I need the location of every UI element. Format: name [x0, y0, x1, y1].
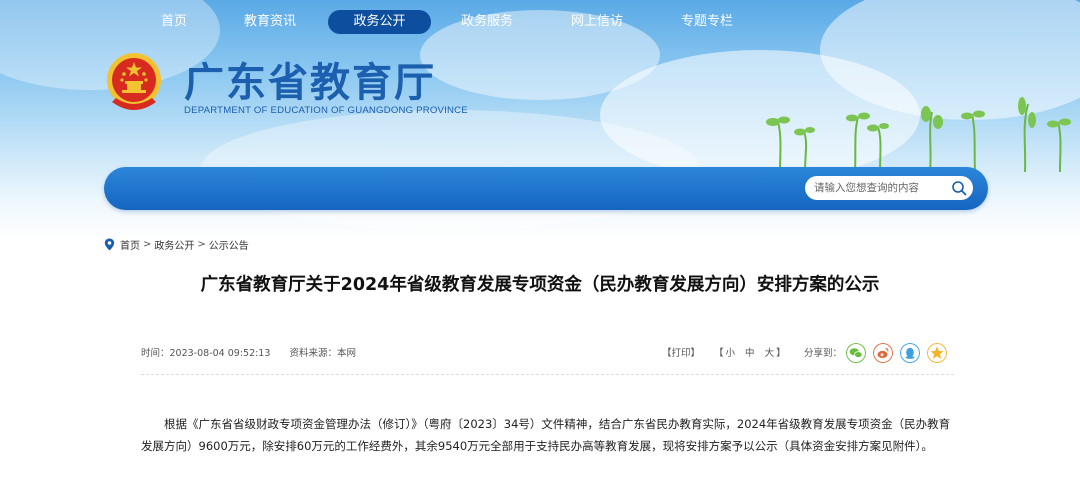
article-title: 广东省教育厅关于2024年省级教育发展专项资金（民办教育发展方向）安排方案的公示 — [200, 275, 880, 295]
font-size-medium-button[interactable]: 中 — [745, 345, 755, 359]
site-title: 广东省教育厅 — [184, 60, 436, 106]
article-source: 资料来源：本网 — [289, 348, 356, 359]
breadcrumb-separator: > — [143, 238, 152, 250]
nav-item-special-topics[interactable]: 专题专栏 — [675, 10, 739, 34]
publish-time: 时间：2023-08-04 09:52:13 — [141, 348, 271, 359]
qzone-icon[interactable] — [927, 343, 947, 363]
font-size-large-button[interactable]: 大 — [765, 345, 775, 359]
national-emblem-logo — [107, 53, 161, 110]
nav-item-education-news[interactable]: 教育资讯 — [238, 10, 302, 34]
location-pin-icon — [104, 238, 115, 250]
breadcrumb-government-affairs[interactable]: 政务公开 — [154, 237, 194, 252]
breadcrumb-announcements[interactable]: 公示公告 — [209, 237, 249, 252]
article-body-paragraph: 根据《广东省省级财政专项资金管理办法（修订）》（粤府〔2023〕34号）文件精神… — [141, 417, 951, 453]
font-size-bracket-close: 】 — [776, 348, 786, 359]
weibo-icon[interactable] — [873, 343, 893, 363]
article-meta: 时间：2023-08-04 09:52:13 资料来源：本网 — [141, 345, 356, 359]
share-label: 分享到： — [804, 348, 843, 359]
breadcrumb: 首页 > 政务公开 > 公示公告 — [104, 236, 249, 252]
grass-decoration — [766, 97, 1071, 172]
print-button[interactable]: 【打印】 — [662, 345, 700, 359]
nav-item-online-petition[interactable]: 网上信访 — [565, 10, 629, 34]
wechat-icon[interactable] — [846, 343, 866, 363]
font-size-bracket-open: 【 — [714, 348, 724, 359]
nav-item-government-services[interactable]: 政务服务 — [455, 10, 519, 34]
meta-divider — [141, 374, 954, 375]
qq-icon[interactable] — [900, 343, 920, 363]
font-size-small-button[interactable]: 小 — [726, 345, 736, 359]
article-tools: 【打印】 【 小 中 大 】 — [662, 345, 786, 359]
search-icon[interactable] — [951, 180, 967, 196]
search-input[interactable] — [805, 176, 973, 200]
breadcrumb-home[interactable]: 首页 — [120, 237, 140, 252]
breadcrumb-separator: > — [197, 238, 206, 250]
site-subtitle: DEPARTMENT OF EDUCATION OF GUANGDONG PRO… — [184, 105, 468, 116]
nav-item-government-affairs[interactable]: 政务公开 — [328, 10, 431, 34]
nav-item-home[interactable]: 首页 — [151, 10, 197, 34]
